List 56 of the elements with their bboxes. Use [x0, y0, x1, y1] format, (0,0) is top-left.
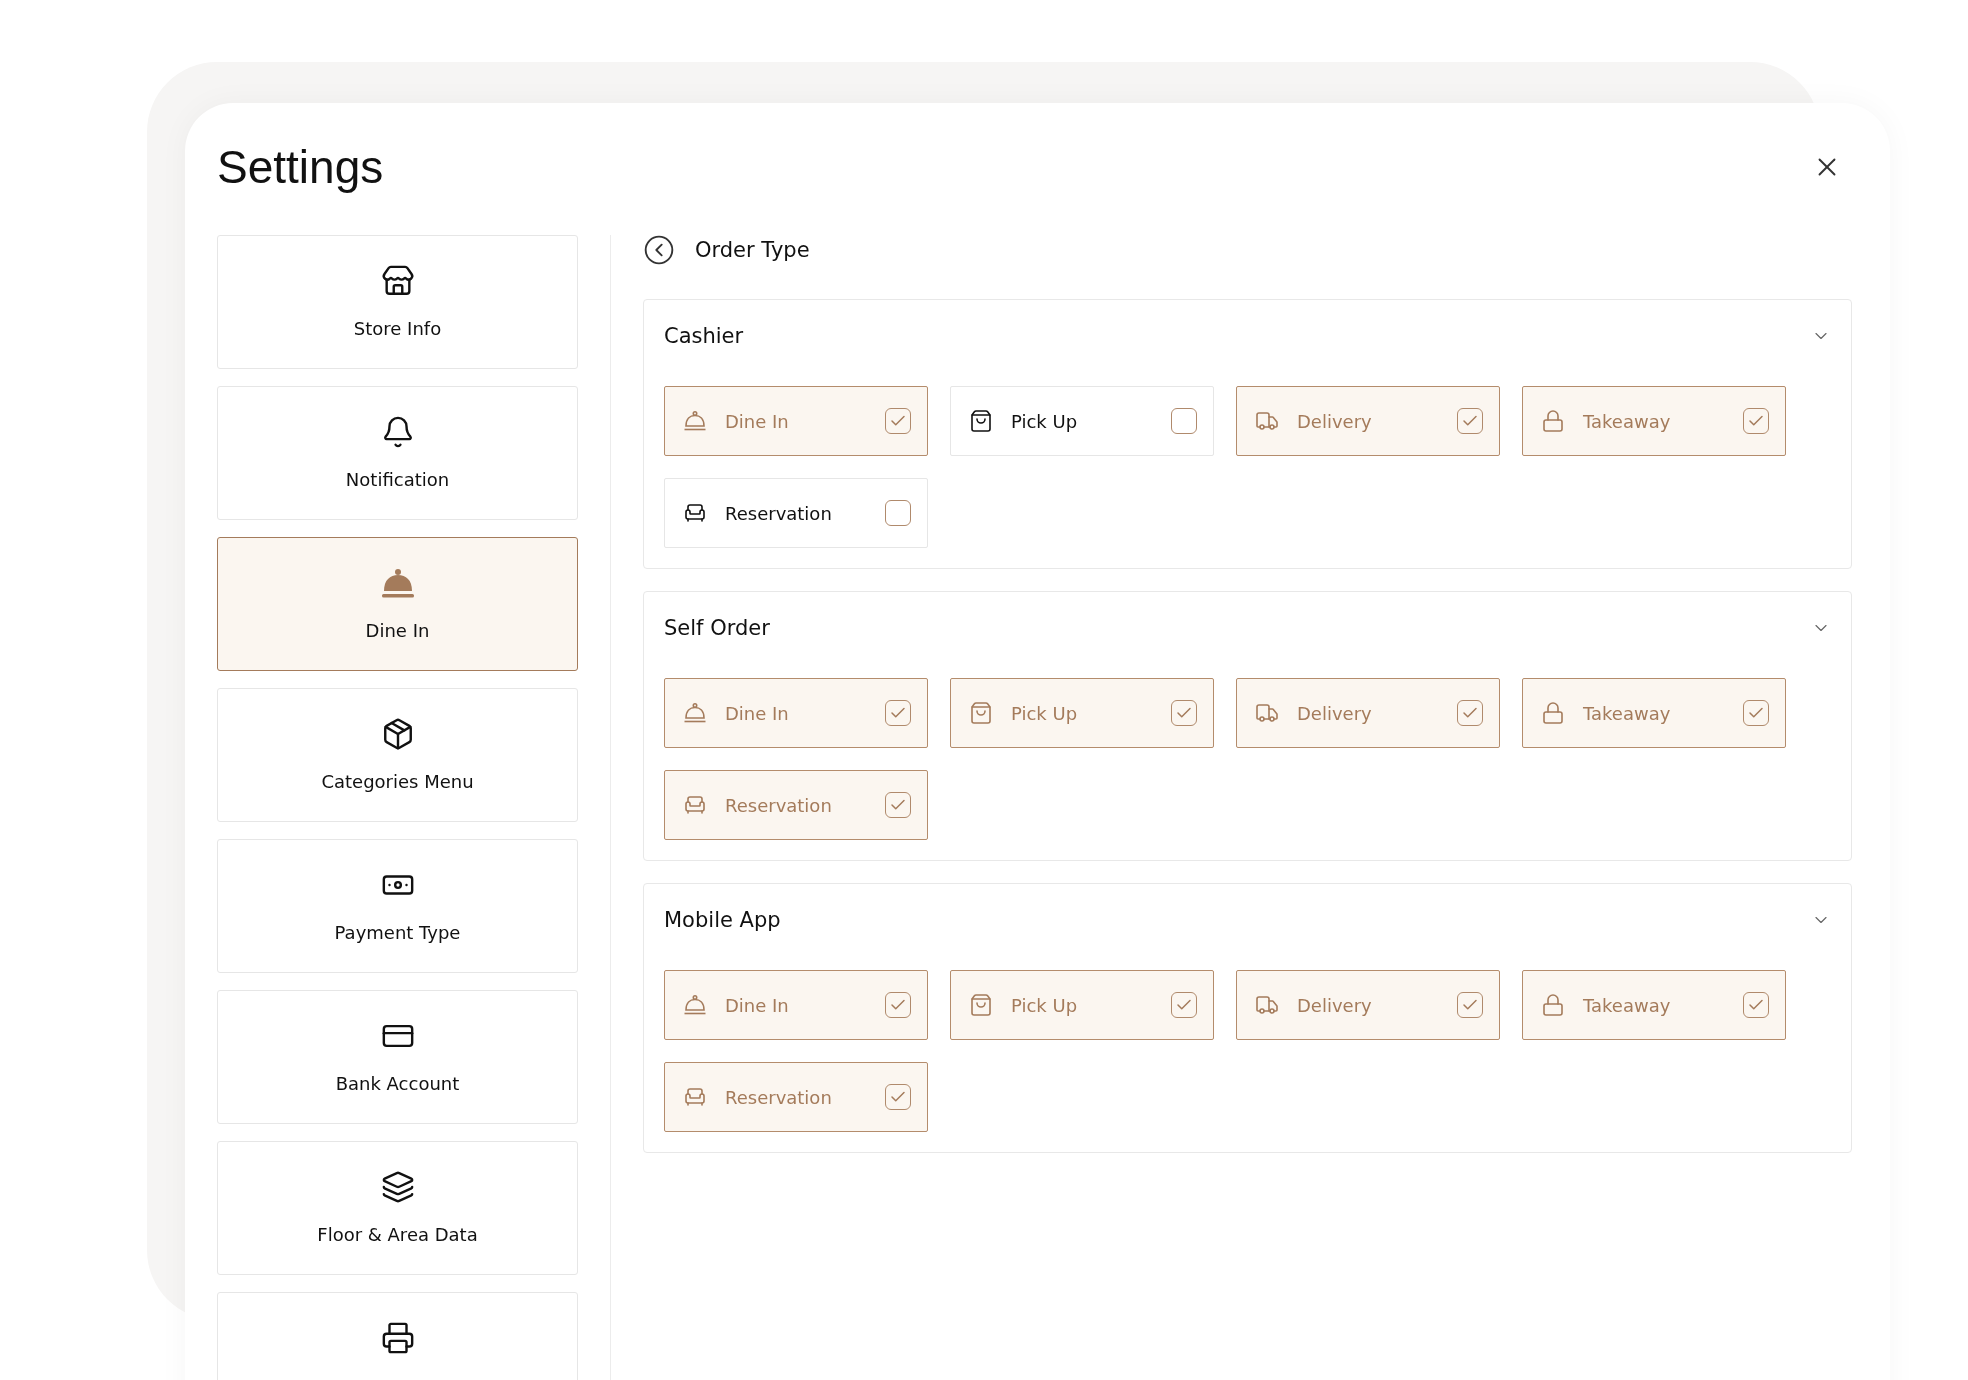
order-type-option[interactable]: Reservation [664, 1062, 928, 1132]
back-icon[interactable] [643, 234, 675, 266]
sidebar-item[interactable]: Categories Menu [217, 688, 578, 822]
order-type-option[interactable]: Delivery [1236, 386, 1500, 456]
checkbox[interactable] [885, 792, 911, 818]
order-type-option[interactable]: Pick Up [950, 970, 1214, 1040]
armchair-icon [683, 1085, 707, 1109]
order-type-option[interactable]: Reservation [664, 770, 928, 840]
section-title: Mobile App [664, 908, 781, 932]
order-type-option[interactable]: Dine In [664, 678, 928, 748]
printer-icon [380, 1321, 415, 1355]
order-type-option[interactable]: Takeaway [1522, 386, 1786, 456]
checkbox[interactable] [1457, 700, 1483, 726]
order-type-option[interactable]: Delivery [1236, 970, 1500, 1040]
page-heading: Order Type [695, 238, 810, 262]
armchair-icon [683, 501, 707, 525]
checkbox[interactable] [1171, 992, 1197, 1018]
sidebar-item[interactable]: Notification [217, 386, 578, 520]
order-type-option[interactable]: Dine In [664, 386, 928, 456]
cloche-icon [683, 702, 707, 724]
order-type-option[interactable]: Takeaway [1522, 678, 1786, 748]
cloche-icon [379, 566, 416, 600]
armchair-icon [683, 793, 707, 817]
layers-icon [380, 1170, 415, 1204]
sidebar-item[interactable]: Bank Account [217, 990, 578, 1124]
truck-icon [1255, 993, 1279, 1017]
order-type-option[interactable]: Delivery [1236, 678, 1500, 748]
order-type-option[interactable]: Takeaway [1522, 970, 1786, 1040]
cloche-icon [683, 994, 707, 1016]
dialog-title: Settings [217, 140, 384, 194]
checkbox[interactable] [1743, 408, 1769, 434]
section-title: Self Order [664, 616, 770, 640]
sidebar-item[interactable]: Dine In [217, 537, 578, 671]
checkbox[interactable] [885, 408, 911, 434]
checkbox[interactable] [885, 992, 911, 1018]
checkbox[interactable] [1457, 992, 1483, 1018]
cloche-icon [683, 410, 707, 432]
sidebar-item[interactable]: Floor & Area Data [217, 1141, 578, 1275]
sidebar-item[interactable]: Store Info [217, 235, 578, 369]
order-type-option[interactable]: Pick Up [950, 678, 1214, 748]
truck-icon [1255, 409, 1279, 433]
checkbox[interactable] [885, 1084, 911, 1110]
checkbox[interactable] [1743, 700, 1769, 726]
order-type-option[interactable]: Pick Up [950, 386, 1214, 456]
checkbox[interactable] [1457, 408, 1483, 434]
checkbox[interactable] [1171, 408, 1197, 434]
checkbox[interactable] [885, 500, 911, 526]
order-type-option[interactable]: Dine In [664, 970, 928, 1040]
section-title: Cashier [664, 324, 744, 348]
truck-icon [1255, 701, 1279, 725]
checkbox[interactable] [885, 700, 911, 726]
store-icon [380, 264, 415, 298]
checkbox[interactable] [1171, 700, 1197, 726]
order-type-option[interactable]: Reservation [664, 478, 928, 548]
sidebar-item[interactable]: Payment Type [217, 839, 578, 973]
checkbox[interactable] [1743, 992, 1769, 1018]
